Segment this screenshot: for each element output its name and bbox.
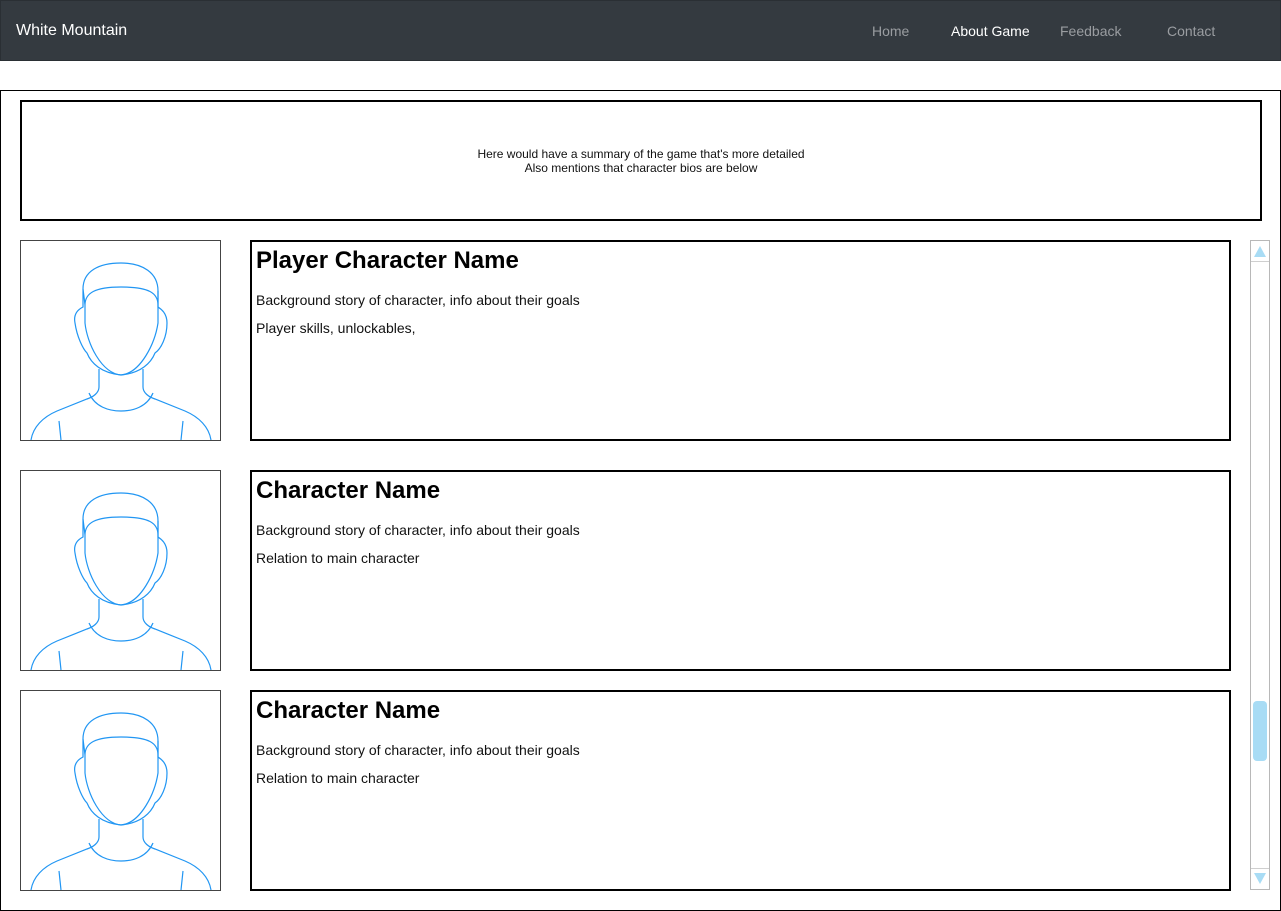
nav-contact-link[interactable]: Contact <box>1167 22 1215 40</box>
top-navbar: White Mountain Home About Game Feedback … <box>0 0 1281 61</box>
character-name: Player Character Name <box>256 247 519 274</box>
nav-feedback-link[interactable]: Feedback <box>1060 22 1121 40</box>
character-portrait <box>20 690 221 891</box>
character-bio-box: Character Name Background story of chara… <box>250 690 1231 891</box>
character-background: Background story of character, info abou… <box>256 742 580 758</box>
character-name: Character Name <box>256 477 441 504</box>
character-portrait <box>20 240 221 441</box>
character-background: Background story of character, info abou… <box>256 292 580 308</box>
nav-home-link[interactable]: Home <box>872 22 909 40</box>
summary-line-2: Also mentions that character bios are be… <box>524 160 758 175</box>
scroll-up-arrow-icon[interactable] <box>1254 246 1266 257</box>
scrollbar-thumb[interactable] <box>1253 701 1267 761</box>
person-avatar-icon <box>30 262 212 440</box>
character-details: Player skills, unlockables, <box>256 320 416 336</box>
person-avatar-icon <box>30 492 212 670</box>
nav-about-game-link[interactable]: About Game <box>951 22 1030 40</box>
scrollbar-divider <box>1251 868 1269 869</box>
character-background: Background story of character, info abou… <box>256 522 580 538</box>
brand-logo[interactable]: White Mountain <box>16 21 127 41</box>
character-bio-box: Player Character Name Background story o… <box>250 240 1231 441</box>
character-portrait <box>20 470 221 671</box>
character-details: Relation to main character <box>256 550 420 566</box>
game-summary-box: Here would have a summary of the game th… <box>20 100 1262 221</box>
content-frame: Here would have a summary of the game th… <box>0 90 1281 911</box>
vertical-scrollbar[interactable] <box>1250 240 1270 890</box>
character-name: Character Name <box>256 697 441 724</box>
summary-line-1: Here would have a summary of the game th… <box>477 146 805 161</box>
character-bio-box: Character Name Background story of chara… <box>250 470 1231 671</box>
character-details: Relation to main character <box>256 770 420 786</box>
scrollbar-divider <box>1251 261 1269 262</box>
person-avatar-icon <box>30 712 212 890</box>
scroll-down-arrow-icon[interactable] <box>1254 873 1266 884</box>
